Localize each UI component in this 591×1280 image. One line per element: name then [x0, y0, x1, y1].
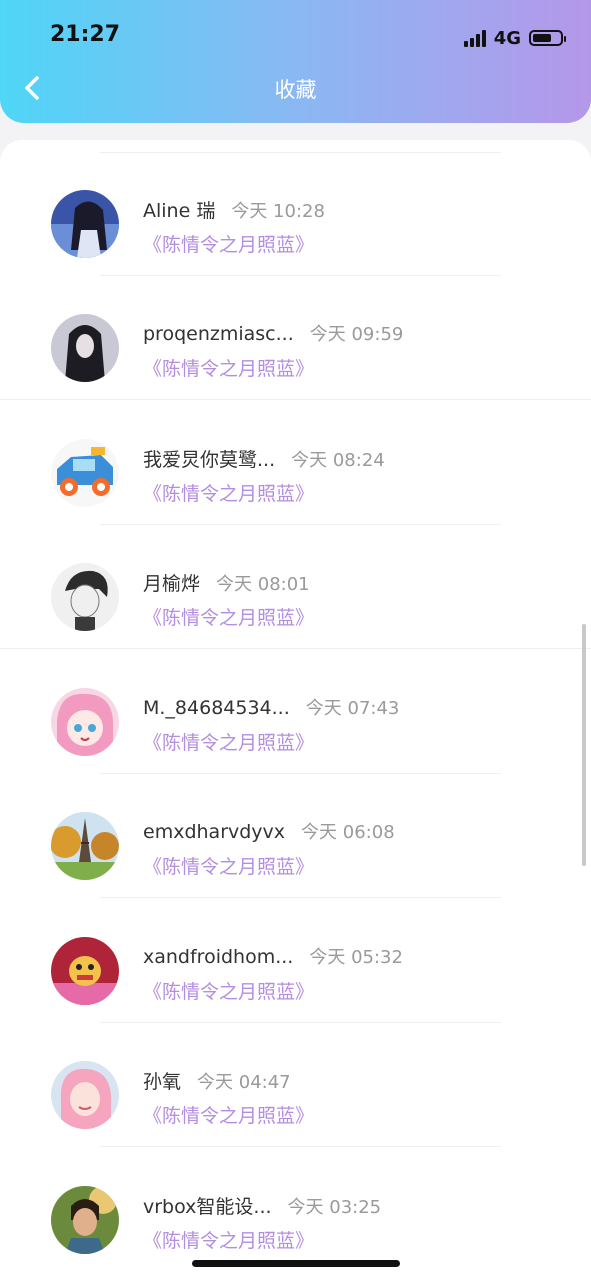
- work-title[interactable]: 《陈情令之月照蓝》: [143, 230, 314, 257]
- item-meta: M._84684534... 今天 07:43: [143, 694, 399, 720]
- list-item[interactable]: 月榆烨 今天 08:01 《陈情令之月照蓝》: [0, 513, 591, 649]
- list-item[interactable]: emxdharvdyvx 今天 06:08 《陈情令之月照蓝》: [0, 762, 591, 898]
- item-meta: Aline 瑞 今天 10:28: [143, 196, 325, 223]
- timestamp: 今天 08:01: [216, 574, 310, 595]
- timestamp: 今天 06:08: [301, 822, 395, 843]
- list-item[interactable]: xandfroidhom... 今天 05:32 《陈情令之月照蓝》: [0, 887, 591, 1023]
- list-item[interactable]: proqenzmiasc... 今天 09:59 《陈情令之月照蓝》: [0, 264, 591, 400]
- timestamp: 今天 09:59: [309, 324, 404, 345]
- network-type: 4G: [493, 27, 521, 49]
- item-meta: proqenzmiasc... 今天 09:59: [143, 320, 403, 346]
- avatar[interactable]: [51, 1061, 119, 1129]
- username[interactable]: M._84684534...: [143, 697, 290, 719]
- list-item[interactable]: vrbox智能设... 今天 03:25 《陈情令之月照蓝》: [0, 1136, 591, 1260]
- item-meta: vrbox智能设... 今天 03:25: [143, 1192, 381, 1219]
- avatar[interactable]: [51, 812, 119, 880]
- avatar[interactable]: [51, 563, 119, 631]
- work-title[interactable]: 《陈情令之月照蓝》: [143, 603, 314, 630]
- work-title[interactable]: 《陈情令之月照蓝》: [143, 479, 314, 506]
- work-title[interactable]: 《陈情令之月照蓝》: [143, 852, 314, 879]
- username[interactable]: vrbox智能设...: [143, 1192, 272, 1219]
- timestamp: 今天 10:28: [231, 201, 325, 222]
- list-item[interactable]: M._84684534... 今天 07:43 《陈情令之月照蓝》: [0, 638, 591, 774]
- work-title[interactable]: 《陈情令之月照蓝》: [143, 1101, 314, 1128]
- battery-icon: [529, 30, 566, 46]
- page-title: 收藏: [274, 78, 317, 102]
- username[interactable]: xandfroidhom...: [143, 946, 293, 968]
- status-time: 21:27: [50, 22, 121, 47]
- avatar[interactable]: [51, 439, 119, 507]
- avatar[interactable]: [51, 1186, 119, 1254]
- timestamp: 今天 07:43: [305, 698, 400, 719]
- list-item[interactable]: 我爱炅你莫鹭... 今天 08:24 《陈情令之月照蓝》: [0, 389, 591, 525]
- list-item[interactable]: 孙氧 今天 04:47 《陈情令之月照蓝》: [0, 1011, 591, 1147]
- item-meta: 月榆烨 今天 08:01: [143, 569, 310, 596]
- timestamp: 今天 08:24: [291, 450, 385, 471]
- item-meta: xandfroidhom... 今天 05:32: [143, 943, 403, 969]
- timestamp: 今天 04:47: [197, 1072, 291, 1093]
- home-indicator[interactable]: [192, 1260, 400, 1267]
- timestamp: 今天 05:32: [309, 947, 403, 968]
- avatar[interactable]: [51, 190, 119, 258]
- status-indicators: 4G: [463, 26, 566, 50]
- work-title[interactable]: 《陈情令之月照蓝》: [143, 977, 314, 1004]
- work-title[interactable]: 《陈情令之月照蓝》: [143, 728, 314, 755]
- avatar[interactable]: [51, 688, 119, 756]
- item-meta: 我爱炅你莫鹭... 今天 08:24: [143, 445, 385, 472]
- scrollbar[interactable]: [582, 624, 586, 866]
- username[interactable]: 孙氧: [143, 1067, 181, 1094]
- list-item[interactable]: Aline 瑞 今天 10:28 《陈情令之月照蓝》: [0, 140, 591, 276]
- item-meta: 孙氧 今天 04:47: [143, 1067, 291, 1094]
- work-title[interactable]: 《陈情令之月照蓝》: [143, 1226, 314, 1253]
- signal-icon: [463, 29, 486, 47]
- item-meta: emxdharvdyvx 今天 06:08: [143, 818, 395, 844]
- username[interactable]: Aline 瑞: [143, 196, 215, 223]
- username[interactable]: 月榆烨: [143, 569, 200, 596]
- username[interactable]: emxdharvdyvx: [143, 821, 285, 843]
- username[interactable]: 我爱炅你莫鹭...: [143, 445, 275, 472]
- favorites-list: Aline 瑞 今天 10:28 《陈情令之月照蓝》 proqenzmiasc.…: [0, 140, 591, 1280]
- username[interactable]: proqenzmiasc...: [143, 323, 294, 345]
- work-title[interactable]: 《陈情令之月照蓝》: [143, 354, 314, 381]
- avatar[interactable]: [51, 314, 119, 382]
- top-bar: 21:27 4G 收藏: [0, 0, 591, 123]
- avatar[interactable]: [51, 937, 119, 1005]
- timestamp: 今天 03:25: [287, 1197, 382, 1218]
